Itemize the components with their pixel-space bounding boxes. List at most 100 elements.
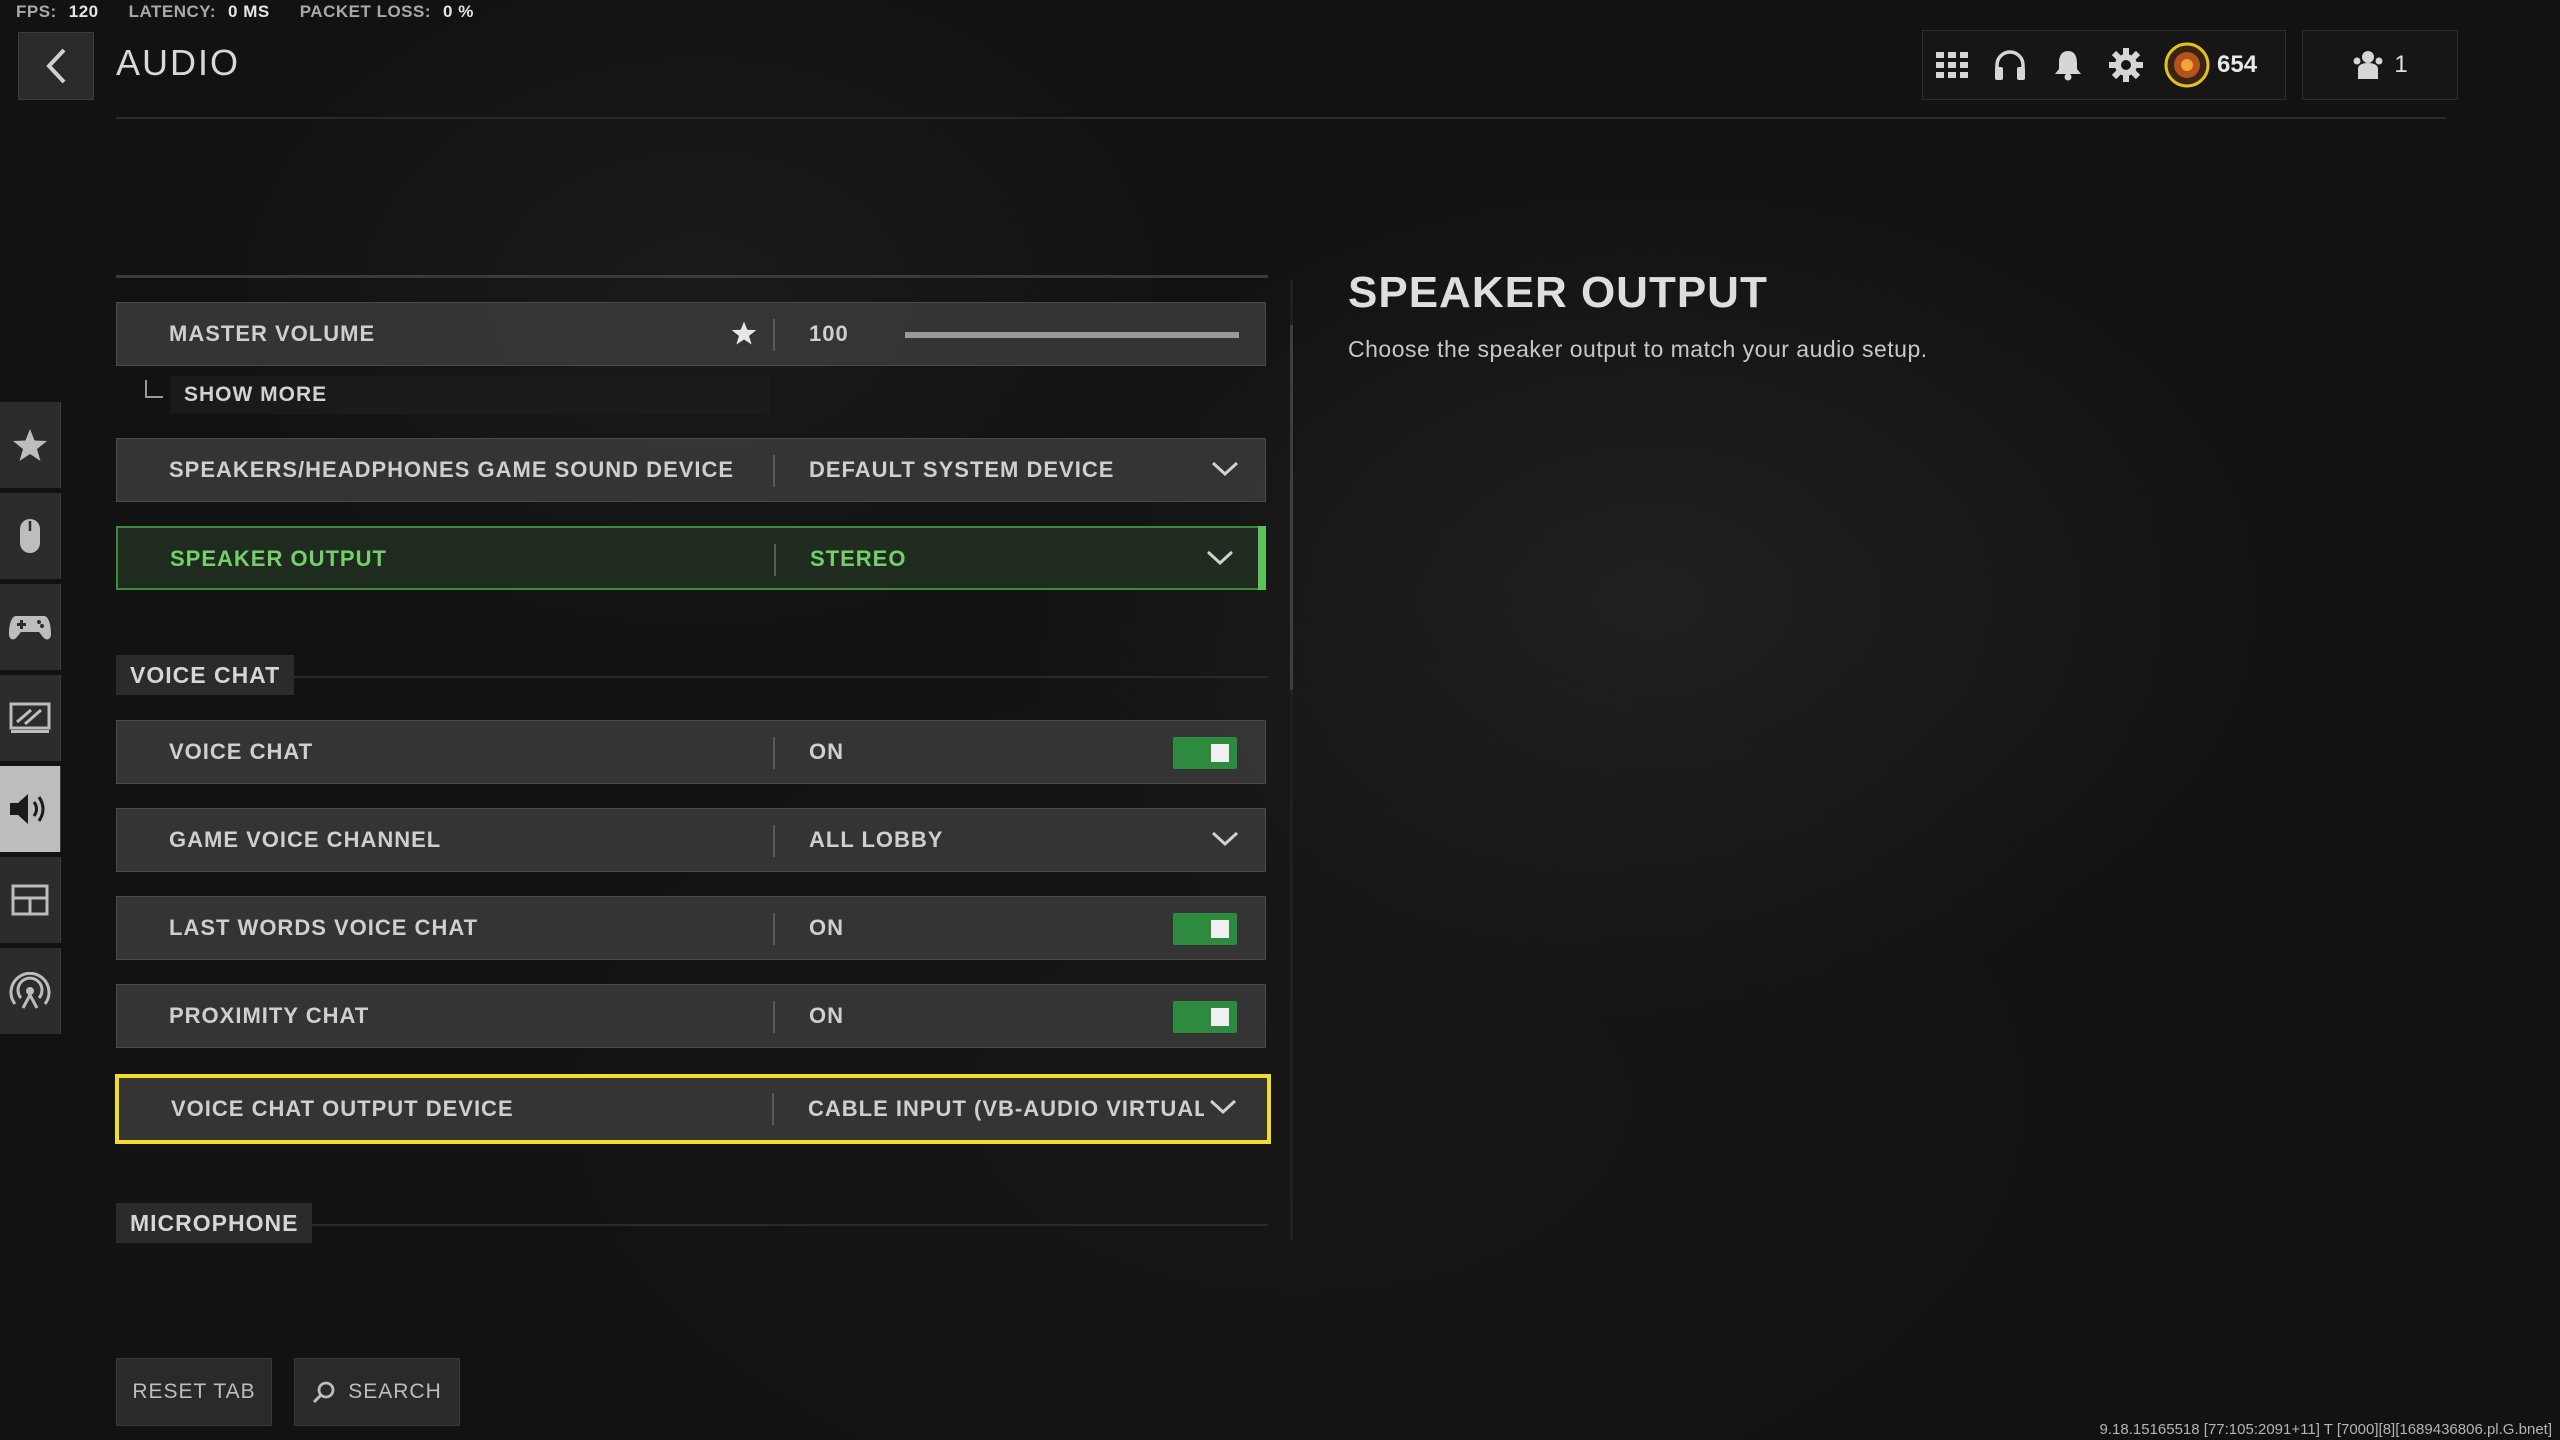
row-divider (774, 544, 776, 576)
setting-last-words-voice-chat[interactable]: LAST WORDS VOICE CHAT ON (116, 896, 1266, 960)
row-divider (773, 737, 775, 769)
tab-account-network[interactable] (0, 948, 61, 1034)
setting-proximity-chat[interactable]: PROXIMITY CHAT ON (116, 984, 1266, 1048)
setting-voice-chat[interactable]: VOICE CHAT ON (116, 720, 1266, 784)
show-more-label: SHOW MORE (184, 383, 328, 406)
header-divider (116, 117, 2446, 119)
last-words-toggle[interactable] (1173, 913, 1237, 945)
selection-accent-bar (1258, 526, 1266, 590)
network-icon (9, 972, 51, 1009)
latency-value: 0 MS (228, 2, 270, 21)
row-divider (773, 913, 775, 945)
setting-label: SPEAKERS/HEADPHONES GAME SOUND DEVICE (169, 457, 735, 482)
setting-value: ON (809, 739, 844, 764)
grid-menu-button[interactable] (1923, 31, 1981, 99)
settings-button[interactable] (2097, 31, 2155, 99)
setting-label: VOICE CHAT OUTPUT DEVICE (171, 1096, 514, 1121)
chevron-left-icon (46, 48, 66, 84)
setting-value: ON (809, 1003, 844, 1028)
proximity-chat-toggle[interactable] (1173, 1001, 1237, 1033)
setting-label: VOICE CHAT (169, 739, 314, 764)
row-divider (773, 455, 775, 487)
list-top-divider (116, 275, 1268, 278)
star-icon (13, 429, 47, 461)
mouse-icon (20, 519, 40, 553)
row-divider (773, 1001, 775, 1033)
row-divider (773, 319, 775, 351)
party-count: 1 (2394, 51, 2408, 78)
tree-elbow (145, 380, 163, 398)
gear-icon (2109, 48, 2143, 82)
settings-screen: FPS: 120 LATENCY: 0 MS PACKET LOSS: 0 % … (0, 0, 2560, 1440)
show-more-button[interactable]: SHOW MORE (170, 376, 770, 414)
detail-description: Choose the speaker output to match your … (1348, 336, 1928, 362)
chevron-down-icon (1211, 461, 1239, 477)
setting-value: ALL LOBBY (809, 827, 944, 852)
search-icon (313, 1381, 335, 1404)
fps-label: FPS: (16, 2, 57, 21)
section-header-microphone: MICROPHONE (116, 1203, 313, 1243)
chevron-down-icon (1206, 550, 1234, 566)
tab-favorites[interactable] (0, 402, 61, 488)
setting-label: GAME VOICE CHANNEL (169, 827, 442, 852)
notifications-button[interactable] (2039, 31, 2097, 99)
headset-button[interactable] (1981, 31, 2039, 99)
top-icon-bar: 654 (1922, 30, 2286, 100)
section-header-voice-chat: VOICE CHAT (116, 655, 295, 695)
bell-icon (2055, 51, 2081, 81)
tab-interface[interactable] (0, 857, 61, 943)
tab-graphics[interactable] (0, 675, 61, 761)
row-divider (772, 1093, 774, 1125)
search-button[interactable]: SEARCH (294, 1358, 460, 1426)
grid-icon (1936, 52, 1968, 78)
detail-title: SPEAKER OUTPUT (1348, 268, 1768, 317)
reset-tab-button[interactable]: RESET TAB (116, 1358, 272, 1426)
setting-game-sound-device[interactable]: SPEAKERS/HEADPHONES GAME SOUND DEVICE DE… (116, 438, 1266, 502)
scrollbar-thumb[interactable] (1290, 325, 1293, 690)
interface-icon (11, 884, 49, 916)
build-info: 9.18.15165518 [77:105:2091+11] T [7000][… (2099, 1421, 2552, 1438)
setting-speaker-output[interactable]: SPEAKER OUTPUT STEREO (116, 526, 1266, 590)
setting-value: STEREO (810, 546, 907, 571)
setting-master-volume[interactable]: MASTER VOLUME 100 (116, 302, 1266, 366)
favorite-star-icon[interactable] (731, 320, 757, 351)
controller-icon (9, 616, 51, 640)
chevron-down-icon (1211, 831, 1239, 847)
packet-loss-value: 0 % (443, 2, 474, 21)
headset-icon (1995, 50, 2025, 80)
tab-controller[interactable] (0, 584, 61, 670)
latency-label: LATENCY: (128, 2, 217, 21)
setting-value: CABLE INPUT (VB-AUDIO VIRTUAL CABI (808, 1096, 1204, 1121)
tab-mouse[interactable] (0, 493, 61, 579)
back-button[interactable] (18, 32, 94, 100)
search-label: SEARCH (348, 1380, 442, 1403)
display-icon (9, 702, 51, 733)
currency-display[interactable]: 654 (2163, 41, 2257, 89)
tab-audio[interactable] (0, 766, 61, 852)
setting-value: DEFAULT SYSTEM DEVICE (809, 457, 1115, 482)
section-divider (290, 676, 1268, 678)
page-title: AUDIO (116, 42, 241, 83)
setting-label: LAST WORDS VOICE CHAT (169, 915, 479, 940)
setting-voice-chat-output-device[interactable]: VOICE CHAT OUTPUT DEVICE CABLE INPUT (VB… (115, 1074, 1271, 1144)
setting-game-voice-channel[interactable]: GAME VOICE CHANNEL ALL LOBBY (116, 808, 1266, 872)
chevron-down-icon (1209, 1099, 1237, 1115)
setting-label: PROXIMITY CHAT (169, 1003, 370, 1028)
master-volume-slider[interactable] (905, 332, 1239, 338)
voice-chat-toggle[interactable] (1173, 737, 1237, 769)
fps-value: 120 (68, 2, 99, 21)
category-rail (0, 402, 62, 1039)
packet-loss-label: PACKET LOSS: (299, 2, 432, 21)
master-volume-value: 100 (809, 321, 849, 346)
party-button[interactable]: 1 (2302, 30, 2458, 100)
setting-value: ON (809, 915, 844, 940)
toggle-knob (1211, 920, 1229, 938)
row-divider (773, 825, 775, 857)
setting-label: MASTER VOLUME (169, 321, 376, 346)
toggle-knob (1211, 1008, 1229, 1026)
perf-overlay: FPS: 120 LATENCY: 0 MS PACKET LOSS: 0 % (16, 2, 504, 22)
speaker-icon (10, 794, 45, 824)
toggle-knob (1211, 744, 1229, 762)
currency-value: 654 (2217, 51, 2258, 78)
cod-points-emblem-icon (2164, 42, 2210, 88)
